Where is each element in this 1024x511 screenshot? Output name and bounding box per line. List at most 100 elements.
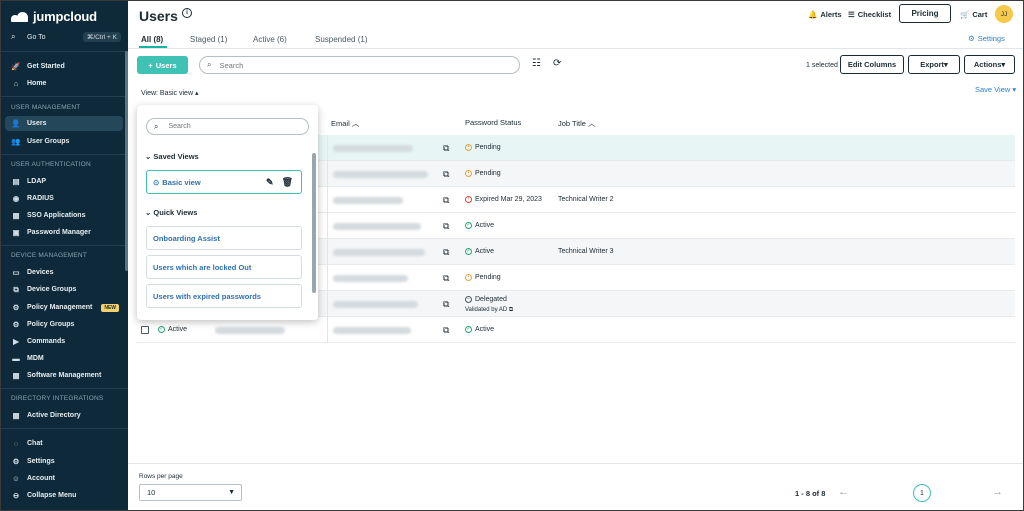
alerts-button[interactable]: 🔔 Alerts: [808, 10, 842, 19]
view-selector[interactable]: View: Basic view ▴: [141, 89, 198, 97]
gear-icon: ⚙: [968, 34, 975, 43]
validated-by-ad: Validated by AD ⧉: [465, 307, 513, 314]
avatar[interactable]: JJ: [995, 5, 1013, 23]
sidebar-item-chat[interactable]: ◌ Chat: [5, 436, 123, 451]
users-search[interactable]: ⌕: [199, 56, 520, 74]
edit-columns-button[interactable]: Edit Columns: [840, 55, 904, 74]
goto-shortcut: ⌘/Ctrl + K: [82, 32, 121, 42]
quick-view-expired-passwords[interactable]: Users with expired passwords: [146, 284, 302, 308]
prev-page-icon[interactable]: ←: [838, 486, 849, 498]
trash-icon[interactable]: 🗑: [282, 177, 293, 188]
sidebar-item-users[interactable]: 👤 Users: [5, 116, 123, 131]
copy-icon[interactable]: ⧉: [443, 273, 449, 284]
search-input[interactable]: [219, 60, 480, 70]
sidebar-divider: [1, 428, 128, 429]
add-users-label: Users: [155, 60, 177, 70]
pricing-button[interactable]: Pricing: [899, 4, 951, 23]
tab-suspended[interactable]: Suspended (1): [315, 35, 367, 44]
tab-all[interactable]: All (8): [141, 35, 163, 44]
status-text: Active: [475, 326, 495, 333]
filter-icon[interactable]: ☷: [532, 58, 541, 69]
sidebar-item-mdm[interactable]: ▬ MDM: [5, 351, 123, 366]
sidebar-item-collapse-menu[interactable]: ⊖ Collapse Menu: [5, 488, 123, 503]
sidebar-item-password-manager[interactable]: ▣ Password Manager: [5, 225, 123, 240]
sidebar-item-settings[interactable]: ⚙ Settings: [5, 454, 123, 469]
sidebar-item-devices[interactable]: ▭ Devices: [5, 265, 123, 280]
refresh-icon[interactable]: ⟳: [553, 58, 561, 69]
next-page-icon[interactable]: →: [992, 486, 1003, 498]
sidebar-item-active-directory[interactable]: ▦ Active Directory: [5, 408, 123, 423]
column-header-job-title[interactable]: Job Title ︿: [558, 118, 596, 129]
sidebar-item-commands[interactable]: ▶ Commands: [5, 334, 123, 349]
info-icon[interactable]: i: [182, 8, 192, 18]
export-button[interactable]: Export ▾: [908, 55, 960, 74]
sidebar-item-get-started[interactable]: 🚀 Get Started: [5, 59, 123, 74]
sidebar-item-account[interactable]: ☺ Account: [5, 471, 123, 486]
checklist-button[interactable]: ☰ Checklist: [848, 10, 891, 19]
copy-icon[interactable]: ⧉: [443, 143, 449, 154]
column-label: Email: [331, 119, 350, 128]
password-status: ✓ Active: [465, 248, 494, 255]
sidebar-scrollbar[interactable]: [125, 51, 128, 271]
settings-link[interactable]: ⚙ Settings: [968, 34, 1005, 43]
dropdown-scrollbar[interactable]: [312, 153, 316, 293]
active-check-icon: ✓: [465, 248, 472, 255]
edit-pencil-icon[interactable]: ✎: [266, 177, 274, 188]
row-checkbox[interactable]: [141, 326, 149, 334]
copy-icon[interactable]: ⧉: [443, 169, 449, 180]
add-users-button[interactable]: + Users: [137, 56, 188, 74]
views-search-input[interactable]: [168, 123, 289, 130]
redacted-email: [333, 249, 425, 256]
copy-icon[interactable]: ⧉: [443, 299, 449, 310]
views-search[interactable]: ⌕: [146, 118, 309, 135]
redacted-email: [333, 301, 418, 308]
actions-button[interactable]: Actions ▾: [964, 55, 1015, 74]
gear-icon: ⚙: [12, 457, 20, 466]
policy-icon: ⚙: [12, 303, 20, 312]
password-status: ✓ Active: [465, 222, 494, 229]
redacted-email: [333, 197, 403, 204]
saved-views-header[interactable]: ⌄ Saved Views: [145, 152, 199, 161]
password-status: • Pending: [465, 274, 501, 281]
tab-staged[interactable]: Staged (1): [190, 35, 227, 44]
cloud-logo-icon: [11, 11, 29, 22]
goto-label: Go To: [27, 33, 46, 41]
sidebar-item-home[interactable]: ⌂ Home: [5, 76, 123, 91]
user-icon: 👤: [11, 119, 21, 128]
copy-icon[interactable]: ⧉: [443, 247, 449, 258]
column-header-password-status[interactable]: Password Status: [465, 118, 521, 127]
jumpcloud-logo[interactable]: jumpcloud: [11, 9, 97, 24]
sidebar-item-user-groups[interactable]: 👥 User Groups: [5, 134, 123, 149]
sidebar-item-sso-applications[interactable]: ▦ SSO Applications: [5, 208, 123, 223]
page-title: Users: [139, 8, 178, 24]
sidebar-item-policy-management[interactable]: ⚙ Policy Management NEW: [5, 300, 123, 315]
job-title: Technical Writer 3: [558, 248, 614, 255]
sidebar-item-radius[interactable]: ◉ RADIUS: [5, 191, 123, 206]
ad-icon: ⧉: [508, 307, 514, 313]
status-text: Pending: [475, 274, 501, 281]
copy-icon[interactable]: ⧉: [443, 325, 449, 336]
sidebar-item-policy-groups[interactable]: ⚙ Policy Groups: [5, 317, 123, 332]
caret-down-icon: ▾: [1001, 60, 1006, 69]
quick-view-locked-out[interactable]: Users which are locked Out: [146, 255, 302, 279]
goto-button[interactable]: ⌕ Go To ⌘/Ctrl + K: [11, 31, 121, 43]
sidebar-item-device-groups[interactable]: ⧉ Device Groups: [5, 282, 123, 297]
rows-per-page-select[interactable]: 10 ▼: [139, 484, 242, 501]
tab-active[interactable]: Active (6): [253, 35, 287, 44]
sidebar-item-ldap[interactable]: ▤ LDAP: [5, 174, 123, 189]
quick-view-onboarding[interactable]: Onboarding Assist: [146, 226, 302, 250]
rows-per-page-label: Rows per page: [139, 473, 183, 480]
copy-icon[interactable]: ⧉: [443, 221, 449, 232]
cart-button[interactable]: 🛒 Cart: [960, 10, 987, 19]
sidebar-item-label: Chat: [27, 440, 43, 447]
save-view-button[interactable]: Save View ▾: [975, 85, 1016, 94]
quick-views-header[interactable]: ⌄ Quick Views: [145, 208, 197, 217]
sidebar-item-software-management[interactable]: ▦ Software Management: [5, 368, 123, 383]
copy-icon[interactable]: ⧉: [443, 195, 449, 206]
saved-view-basic[interactable]: ⊙ Basic view ✎ 🗑: [146, 170, 302, 194]
page-number[interactable]: 1: [913, 484, 931, 502]
rocket-icon: 🚀: [11, 62, 21, 71]
commands-icon: ▶: [13, 337, 19, 346]
column-header-email[interactable]: Email ︿: [331, 118, 359, 129]
chevron-down-icon: ⌄: [145, 152, 152, 161]
